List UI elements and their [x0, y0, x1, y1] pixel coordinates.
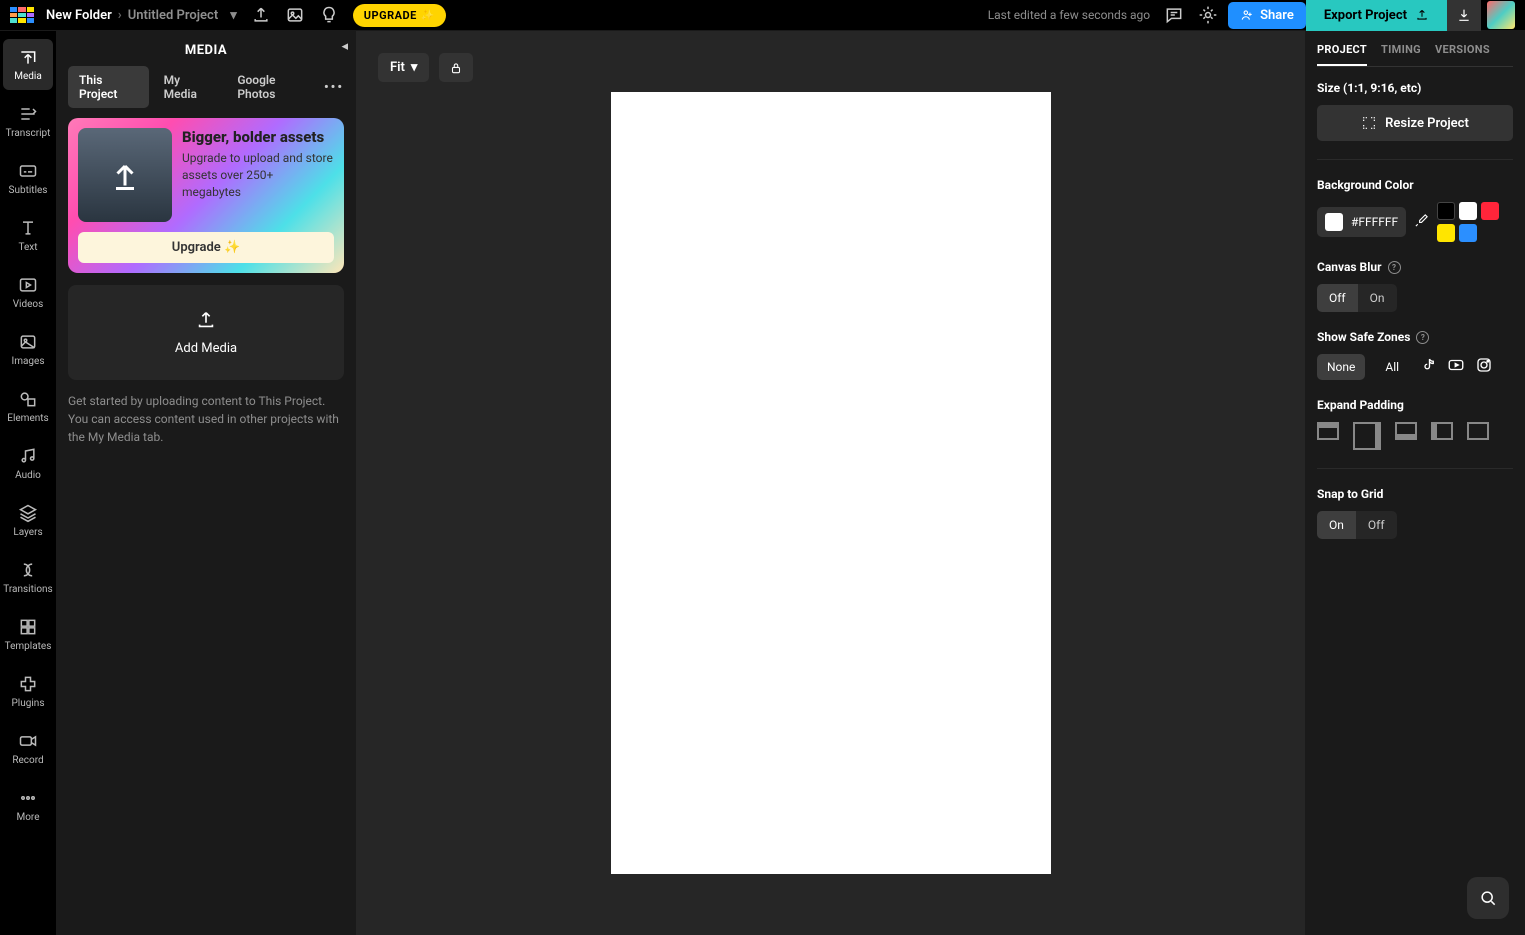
- chevron-right-icon: ›: [118, 8, 122, 23]
- upgrade-button[interactable]: UPGRADE✨: [353, 4, 446, 27]
- rail-audio[interactable]: Audio: [3, 438, 53, 489]
- info-icon[interactable]: ?: [1416, 331, 1429, 344]
- rail-subtitles[interactable]: Subtitles: [3, 153, 53, 204]
- snap-on[interactable]: On: [1317, 511, 1356, 539]
- add-media-button[interactable]: Add Media: [68, 285, 344, 380]
- chevron-down-icon: ▾: [411, 60, 418, 75]
- rail-media[interactable]: Media: [3, 39, 53, 90]
- rtab-project[interactable]: PROJECT: [1317, 43, 1367, 66]
- side-panel: MEDIA ◂ This Project My Media Google Pho…: [56, 31, 356, 935]
- rail-plugins[interactable]: Plugins: [3, 666, 53, 717]
- canvas[interactable]: [611, 92, 1051, 874]
- promo-upgrade-button[interactable]: Upgrade ✨: [78, 232, 334, 263]
- breadcrumb: New Folder › Untitled Project ▾: [46, 8, 237, 23]
- pad-none[interactable]: [1467, 422, 1489, 440]
- breadcrumb-project[interactable]: Untitled Project: [128, 8, 219, 23]
- bg-color-label: Background Color: [1317, 178, 1513, 192]
- more-icon[interactable]: •••: [324, 80, 344, 95]
- youtube-icon[interactable]: [1447, 356, 1465, 378]
- comment-icon[interactable]: [1164, 5, 1184, 25]
- rail-transcript[interactable]: Transcript: [3, 96, 53, 147]
- rail-layers[interactable]: Layers: [3, 495, 53, 546]
- snap-off[interactable]: Off: [1356, 511, 1397, 539]
- promo-body: Upgrade to upload and store assets over …: [182, 150, 334, 200]
- bg-hex-value: #FFFFFF: [1351, 215, 1398, 229]
- breadcrumb-folder[interactable]: New Folder: [46, 8, 112, 23]
- rail-videos[interactable]: Videos: [3, 267, 53, 318]
- promo-image: [78, 128, 172, 222]
- safe-all[interactable]: All: [1375, 354, 1409, 380]
- rtab-versions[interactable]: VERSIONS: [1435, 43, 1490, 66]
- blur-label: Canvas Blur?: [1317, 260, 1513, 274]
- safe-zones-label: Show Safe Zones?: [1317, 330, 1513, 344]
- lock-button[interactable]: [439, 53, 473, 82]
- zoom-fit-button[interactable]: Fit▾: [378, 53, 429, 82]
- side-title: MEDIA: [68, 43, 344, 58]
- swatch-white[interactable]: [1459, 202, 1477, 220]
- upgrade-promo: Bigger, bolder assets Upgrade to upload …: [68, 118, 344, 273]
- sparkle-icon: ✨: [421, 9, 435, 22]
- tab-google-photos[interactable]: Google Photos: [226, 66, 320, 108]
- resize-project-button[interactable]: Resize Project: [1317, 105, 1513, 141]
- download-button[interactable]: [1447, 0, 1481, 31]
- top-bar: New Folder › Untitled Project ▾ UPGRADE✨…: [0, 0, 1525, 31]
- rail-text[interactable]: Text: [3, 210, 53, 261]
- lightbulb-icon[interactable]: [319, 5, 339, 25]
- eyedropper-icon[interactable]: [1414, 213, 1429, 232]
- size-label: Size (1:1, 9:16, etc): [1317, 81, 1513, 95]
- rail-record[interactable]: Record: [3, 723, 53, 774]
- swatch-blue[interactable]: [1459, 224, 1477, 242]
- pad-right[interactable]: [1353, 422, 1381, 450]
- share-button[interactable]: Share: [1228, 2, 1306, 29]
- export-project-button[interactable]: Export Project: [1306, 0, 1447, 31]
- rail-transitions[interactable]: Transitions: [3, 552, 53, 603]
- avatar[interactable]: [1487, 1, 1515, 29]
- search-button[interactable]: [1467, 877, 1509, 919]
- image-icon[interactable]: [285, 5, 305, 25]
- instagram-icon[interactable]: [1475, 356, 1493, 378]
- pad-bottom[interactable]: [1395, 422, 1417, 440]
- tool-rail: Media Transcript Subtitles Text Videos I…: [0, 31, 56, 935]
- promo-title: Bigger, bolder assets: [182, 128, 334, 146]
- app-logo[interactable]: [10, 7, 34, 23]
- last-edited-text: Last edited a few seconds ago: [988, 8, 1150, 22]
- tiktok-icon[interactable]: [1419, 356, 1437, 378]
- swatch-red[interactable]: [1481, 202, 1499, 220]
- tab-this-project[interactable]: This Project: [68, 66, 149, 108]
- bg-color-input[interactable]: #FFFFFF: [1317, 207, 1406, 237]
- info-icon[interactable]: ?: [1388, 261, 1401, 274]
- safe-none[interactable]: None: [1317, 354, 1365, 380]
- pad-top[interactable]: [1317, 422, 1339, 440]
- rail-more[interactable]: More: [3, 780, 53, 831]
- padding-label: Expand Padding: [1317, 398, 1513, 412]
- collapse-panel-icon[interactable]: ◂: [341, 39, 348, 54]
- blur-on[interactable]: On: [1358, 284, 1397, 312]
- media-hint-text: Get started by uploading content to This…: [68, 392, 344, 446]
- swatch-black[interactable]: [1437, 202, 1455, 220]
- canvas-area: Fit▾: [356, 31, 1305, 935]
- rail-templates[interactable]: Templates: [3, 609, 53, 660]
- rail-images[interactable]: Images: [3, 324, 53, 375]
- tab-my-media[interactable]: My Media: [153, 66, 223, 108]
- rail-elements[interactable]: Elements: [3, 381, 53, 432]
- bg-current-swatch: [1325, 213, 1343, 231]
- gear-icon[interactable]: [1198, 5, 1218, 25]
- rtab-timing[interactable]: TIMING: [1381, 43, 1421, 66]
- chevron-down-icon[interactable]: ▾: [230, 8, 237, 23]
- pad-left[interactable]: [1431, 422, 1453, 440]
- share-export-icon[interactable]: [251, 5, 271, 25]
- snap-label: Snap to Grid: [1317, 487, 1513, 501]
- swatch-yellow[interactable]: [1437, 224, 1455, 242]
- properties-panel: PROJECT TIMING VERSIONS Size (1:1, 9:16,…: [1305, 31, 1525, 935]
- blur-off[interactable]: Off: [1317, 284, 1358, 312]
